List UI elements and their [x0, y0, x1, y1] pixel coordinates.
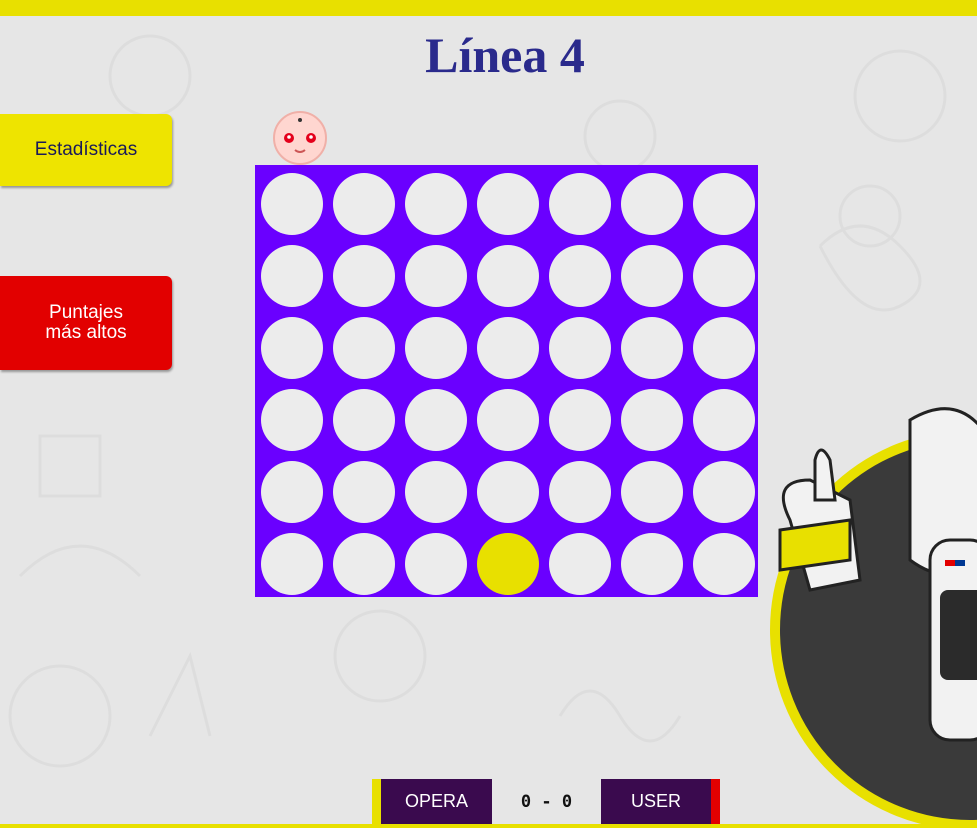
board-cell[interactable]: [621, 533, 683, 595]
board-cell[interactable]: [549, 173, 611, 235]
board-cell[interactable]: [333, 533, 395, 595]
board-cell[interactable]: [405, 533, 467, 595]
baby-face-icon: [273, 111, 327, 165]
score-display: 0 - 0: [520, 791, 573, 812]
board-cell[interactable]: [621, 245, 683, 307]
board-cell[interactable]: [549, 389, 611, 451]
board-cell[interactable]: [261, 317, 323, 379]
board-cell[interactable]: [693, 245, 755, 307]
board-cell[interactable]: [621, 389, 683, 451]
board-cell[interactable]: [621, 173, 683, 235]
board-cell[interactable]: [405, 173, 467, 235]
board-cell[interactable]: [549, 245, 611, 307]
statistics-button-label: Estadísticas: [34, 139, 138, 160]
board-cell[interactable]: [621, 461, 683, 523]
scoreboard-right-accent: [711, 779, 720, 824]
game-board[interactable]: [255, 165, 758, 597]
board-cell[interactable]: [261, 173, 323, 235]
board-cell[interactable]: [477, 461, 539, 523]
board-cell[interactable]: [333, 317, 395, 379]
board-cell[interactable]: [261, 461, 323, 523]
board-cell[interactable]: [621, 317, 683, 379]
board-cell[interactable]: [333, 245, 395, 307]
player-user-label: USER: [601, 779, 711, 824]
board-cell[interactable]: [693, 317, 755, 379]
bottom-accent-bar: [0, 824, 977, 828]
board-cell[interactable]: [693, 173, 755, 235]
board-cell[interactable]: [549, 533, 611, 595]
board-cell[interactable]: [405, 245, 467, 307]
board-cell[interactable]: [333, 389, 395, 451]
robot-thumbs-up-icon: [770, 407, 977, 828]
board-cell[interactable]: [693, 533, 755, 595]
board-cell[interactable]: [405, 389, 467, 451]
board-cell[interactable]: [405, 461, 467, 523]
board-cell[interactable]: [549, 317, 611, 379]
board-cell[interactable]: [477, 245, 539, 307]
high-scores-button-label: Puntajes más altos: [45, 302, 127, 343]
board-cell[interactable]: [261, 533, 323, 595]
scoreboard-left-accent: [372, 779, 381, 824]
board-cell[interactable]: [333, 173, 395, 235]
high-scores-button[interactable]: Puntajes más altos: [0, 276, 172, 370]
board-cell[interactable]: [477, 173, 539, 235]
board-cell[interactable]: [693, 461, 755, 523]
board-cell[interactable]: [333, 461, 395, 523]
board-cell[interactable]: [405, 317, 467, 379]
board-cell[interactable]: [477, 389, 539, 451]
board-cell[interactable]: [693, 389, 755, 451]
board-cell[interactable]: [549, 461, 611, 523]
player-opera-label: OPERA: [381, 779, 492, 824]
game-title: Línea 4: [425, 27, 585, 83]
top-accent-bar: [0, 0, 977, 16]
board-cell[interactable]: [261, 245, 323, 307]
statistics-button[interactable]: Estadísticas: [0, 114, 172, 186]
board-cell[interactable]: [477, 317, 539, 379]
board-cell-user-piece[interactable]: [477, 533, 539, 595]
board-cell[interactable]: [261, 389, 323, 451]
